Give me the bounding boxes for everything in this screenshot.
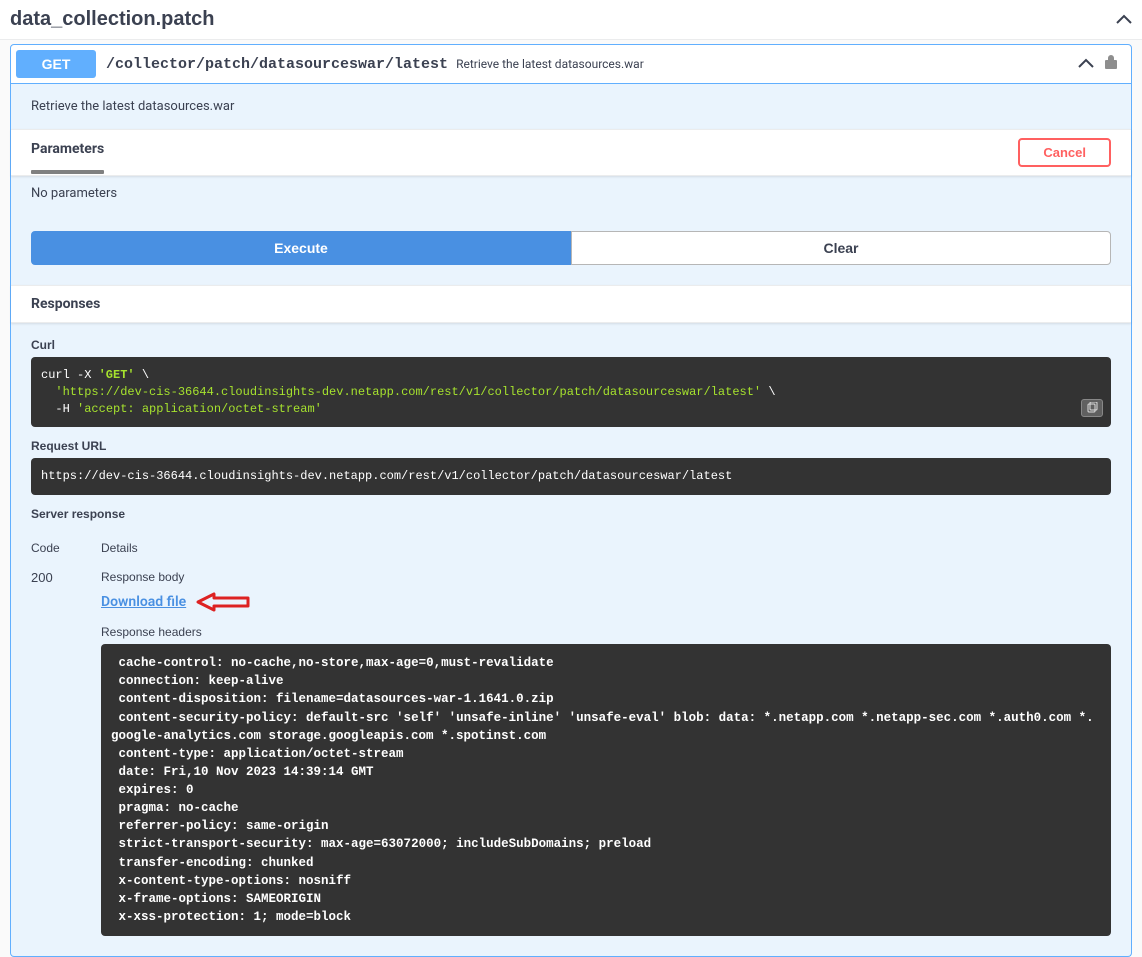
cancel-button[interactable]: Cancel [1018, 138, 1111, 167]
method-badge: GET [16, 50, 96, 78]
section-header[interactable]: data_collection.patch [0, 0, 1142, 40]
execute-wrapper: Execute Clear [11, 221, 1131, 285]
parameters-title: Parameters [31, 141, 104, 165]
response-row: 200 Response body Download file Response… [11, 560, 1131, 936]
status-code: 200 [31, 570, 101, 936]
response-details: Response body Download file Response hea… [101, 570, 1111, 936]
clear-button[interactable]: Clear [571, 231, 1111, 265]
response-headers-block: cache-control: no-cache,no-store,max-age… [101, 644, 1111, 936]
response-body-label: Response body [101, 570, 1111, 584]
section-title: data_collection.patch [10, 8, 215, 31]
request-url-label: Request URL [31, 439, 1111, 453]
operation-description: Retrieve the latest datasources.war [11, 84, 1131, 129]
copy-icon[interactable] [1081, 399, 1103, 417]
server-response-label: Server response [31, 507, 1111, 521]
opblock-summary[interactable]: GET /collector/patch/datasourceswar/late… [10, 44, 1132, 84]
curl-section: Curl curl -X 'GET' \ 'https://dev-cis-36… [11, 323, 1131, 521]
curl-method: 'GET' [99, 368, 135, 382]
arrow-annotation-icon [196, 589, 251, 615]
chevron-up-icon[interactable] [1078, 56, 1094, 72]
curl-h: -H [55, 402, 77, 416]
curl-header-val: 'accept: application/octet-stream' [77, 402, 322, 416]
code-column-header: Code [31, 541, 101, 555]
responses-header: Responses [11, 285, 1131, 323]
summary-icons [1078, 54, 1126, 74]
no-parameters-text: No parameters [11, 176, 1131, 221]
curl-url: 'https://dev-cis-36644.cloudinsights-dev… [55, 385, 761, 399]
curl-code-block: curl -X 'GET' \ 'https://dev-cis-36644.c… [31, 357, 1111, 427]
response-table-header: Code Details [11, 526, 1131, 560]
curl-prefix: curl -X [41, 368, 99, 382]
chevron-up-icon[interactable] [1116, 12, 1132, 28]
operation-path: /collector/patch/datasourceswar/latest [106, 56, 448, 73]
opblock-body: Retrieve the latest datasources.war Para… [10, 84, 1132, 957]
response-headers-label: Response headers [101, 625, 1111, 639]
details-column-header: Details [101, 541, 1111, 555]
parameters-header: Parameters Cancel [11, 129, 1131, 176]
operation-summary: Retrieve the latest datasources.war [456, 57, 1078, 71]
lock-icon[interactable] [1104, 54, 1118, 74]
execute-button[interactable]: Execute [31, 231, 571, 265]
request-url-block: https://dev-cis-36644.cloudinsights-dev.… [31, 458, 1111, 495]
download-file-link[interactable]: Download file [101, 594, 186, 610]
curl-label: Curl [31, 338, 1111, 352]
